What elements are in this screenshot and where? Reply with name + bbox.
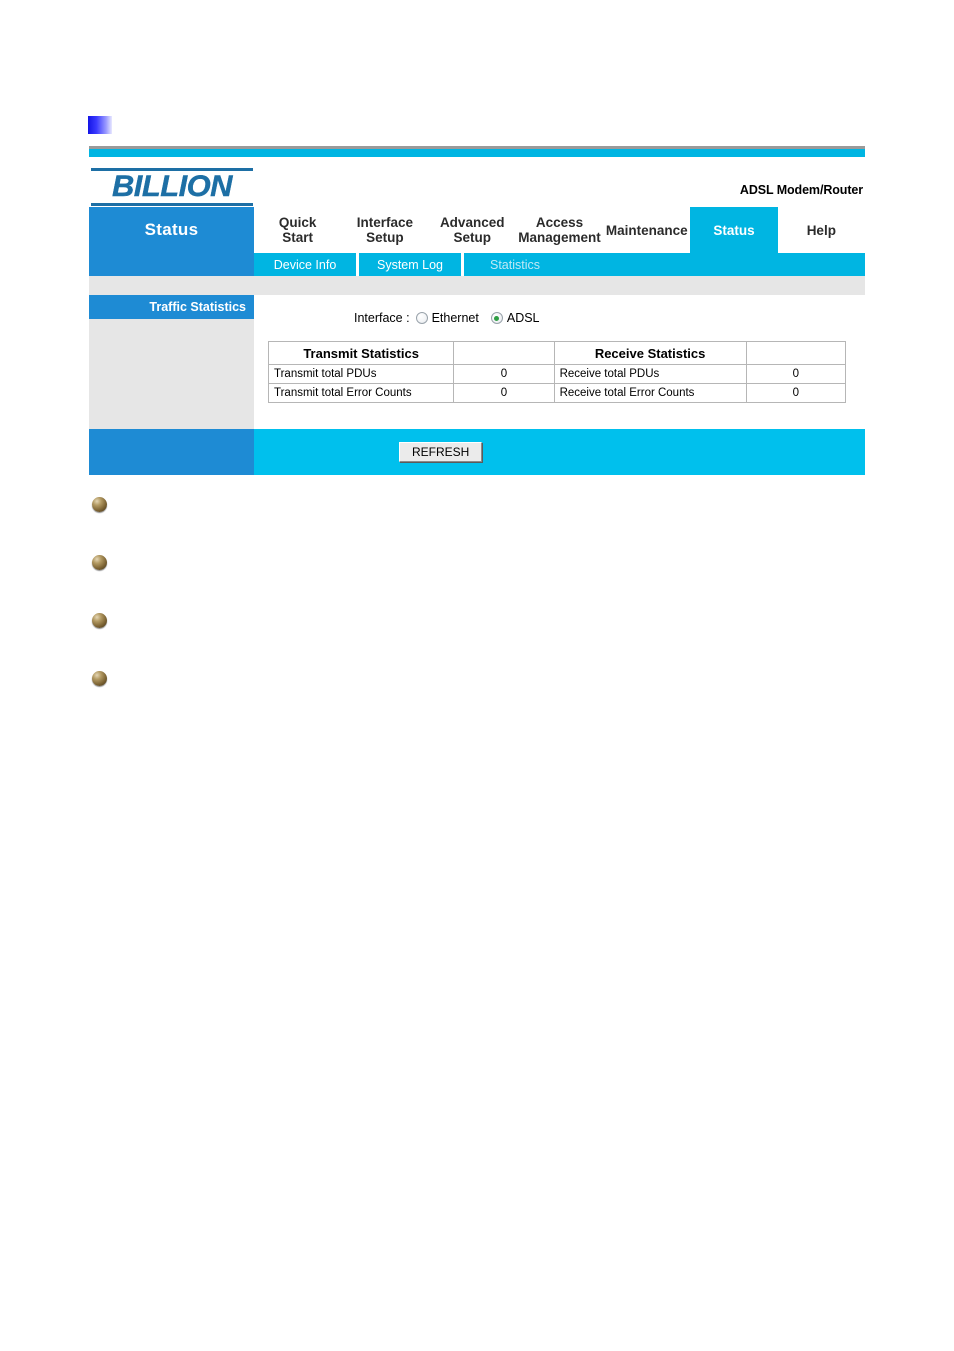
interface-selector-row: Interface : Ethernet ADSL xyxy=(254,295,865,325)
table-body: Transmit total PDUs 0 Receive total PDUs… xyxy=(267,364,847,403)
sidebar: Traffic Statistics xyxy=(89,295,254,429)
cell-receive-total-error-counts-label: Receive total Error Counts xyxy=(553,383,747,403)
nav-item-maintenance[interactable]: Maintenance xyxy=(603,207,690,253)
subtab-statistics[interactable]: Statistics xyxy=(464,253,566,276)
radio-ethernet-icon[interactable] xyxy=(415,312,428,324)
section-title-status: Status xyxy=(89,207,254,253)
nav-item-access-management[interactable]: Access Management xyxy=(516,207,603,253)
nav-item-help[interactable]: Help xyxy=(778,207,865,253)
radio-adsl-label: ADSL xyxy=(506,311,540,325)
main-navigation: Status Quick Start Interface Setup Advan… xyxy=(89,207,865,253)
bullet-marker-2 xyxy=(92,555,107,570)
content-divider-strip xyxy=(89,276,865,295)
subtab-system-log[interactable]: System Log xyxy=(359,253,464,276)
cell-receive-total-pdus-label: Receive total PDUs xyxy=(553,364,747,384)
table-head: Transmit Statistics Receive Statistics xyxy=(267,341,847,365)
radio-ethernet-label: Ethernet xyxy=(431,311,479,325)
main-nav-items: Quick Start Interface Setup Advanced Set… xyxy=(254,207,865,253)
table-row: Transmit total Error Counts 0 Receive to… xyxy=(267,383,847,403)
traffic-statistics-table: Transmit Statistics Receive Statistics T… xyxy=(267,341,847,403)
main-panel: Interface : Ethernet ADSL Transmit Stati… xyxy=(254,295,865,429)
radio-option-ethernet[interactable]: Ethernet xyxy=(415,311,479,325)
nav-item-quick-start[interactable]: Quick Start xyxy=(254,207,341,253)
cell-transmit-total-pdus-value: 0 xyxy=(453,364,555,384)
sub-nav-fill xyxy=(566,253,865,276)
refresh-button[interactable]: REFRESH xyxy=(399,442,483,462)
subtab-device-info[interactable]: Device Info xyxy=(254,253,359,276)
header-transmit-value xyxy=(453,341,555,365)
decorative-gradient-square xyxy=(88,116,112,134)
header-bar: BILLION ADSL Modem/Router xyxy=(89,157,865,207)
cell-receive-total-error-counts-value: 0 xyxy=(745,383,847,403)
sub-navigation: Device Info System Log Statistics xyxy=(89,253,865,276)
table-header-row: Transmit Statistics Receive Statistics xyxy=(267,341,847,365)
cell-receive-total-pdus-value: 0 xyxy=(745,364,847,384)
product-label: ADSL Modem/Router xyxy=(739,183,863,197)
header-transmit-statistics: Transmit Statistics xyxy=(267,341,455,365)
footer-action-bar: REFRESH xyxy=(254,429,865,475)
header-receive-statistics: Receive Statistics xyxy=(553,341,747,365)
nav-item-status[interactable]: Status xyxy=(690,207,778,253)
header-receive-value xyxy=(745,341,847,365)
nav-item-interface-setup[interactable]: Interface Setup xyxy=(341,207,428,253)
cell-transmit-total-pdus-label: Transmit total PDUs xyxy=(267,364,455,384)
sidebar-panel-title: Traffic Statistics xyxy=(89,295,254,319)
bullet-marker-1 xyxy=(92,497,107,512)
content-area: Traffic Statistics Interface : Ethernet … xyxy=(89,295,865,429)
logo-rule-bottom xyxy=(91,203,253,206)
cell-transmit-total-error-counts-value: 0 xyxy=(453,383,555,403)
bullet-marker-3 xyxy=(92,613,107,628)
billion-logo: BILLION xyxy=(91,168,253,206)
panel-footer: REFRESH xyxy=(89,429,865,475)
sidebar-filler xyxy=(89,319,254,429)
logo-wordmark: BILLION xyxy=(112,170,233,203)
sub-nav-spacer xyxy=(89,253,254,276)
interface-label: Interface : xyxy=(354,311,410,325)
bullet-marker-4 xyxy=(92,671,107,686)
footer-sidebar-block xyxy=(89,429,254,475)
radio-adsl-icon[interactable] xyxy=(490,312,503,324)
table-row: Transmit total PDUs 0 Receive total PDUs… xyxy=(267,364,847,384)
sub-nav-tabs: Device Info System Log Statistics xyxy=(254,253,865,276)
page-top-accent-bar xyxy=(89,149,865,157)
radio-option-adsl[interactable]: ADSL xyxy=(490,311,540,325)
router-admin-page: BILLION ADSL Modem/Router Status Quick S… xyxy=(89,146,865,475)
statistics-table-wrapper: Transmit Statistics Receive Statistics T… xyxy=(254,325,865,419)
cell-transmit-total-error-counts-label: Transmit total Error Counts xyxy=(267,383,455,403)
nav-item-advanced-setup[interactable]: Advanced Setup xyxy=(429,207,516,253)
